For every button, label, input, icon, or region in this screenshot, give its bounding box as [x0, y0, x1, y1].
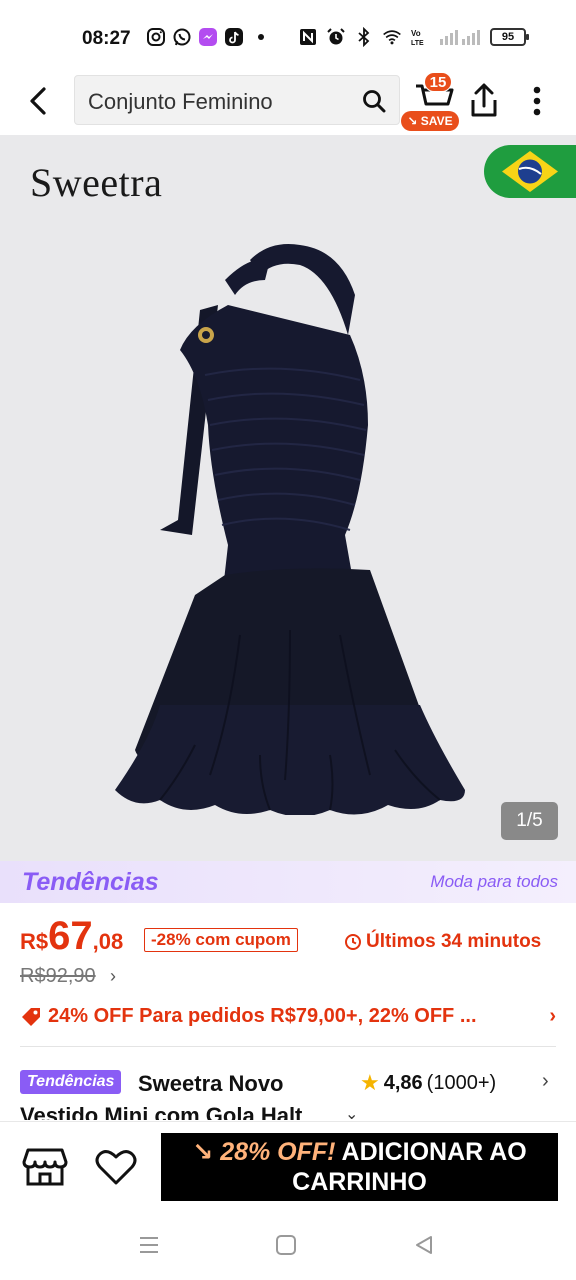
current-price: R$ 67 ,08 — [20, 916, 123, 960]
trends-tagline: Moda para todos — [430, 872, 558, 891]
product-dress-image — [115, 244, 465, 815]
more-notifications-dot — [258, 34, 264, 40]
original-price[interactable]: R$92,90 — [20, 965, 96, 988]
nav-back-icon[interactable] — [413, 1234, 435, 1256]
product-title: Sweetra Novo Vestido Mini com Gola Halt — [20, 1071, 303, 1120]
alarm-icon — [327, 28, 345, 45]
rating-score: 4,86 — [383, 1071, 423, 1094]
price-currency: R$ — [20, 929, 49, 954]
countdown-timer: Últimos 34 minutos — [344, 931, 541, 953]
more-options-icon[interactable] — [522, 82, 552, 120]
coupon-badge[interactable]: -28% com cupom — [144, 928, 298, 952]
timer-text: Últimos 34 minutos — [366, 931, 542, 952]
signal-icon — [440, 30, 480, 45]
brazil-flag-icon[interactable] — [484, 145, 576, 198]
add-to-cart-text-1: ADICIONAR AO — [341, 1138, 527, 1166]
product-image-gallery[interactable]: Sweetra 1/5 — [0, 135, 576, 861]
price-decimal: ,08 — [92, 929, 124, 954]
add-to-cart-line1: ↘ 28% OFF! ADICIONAR AO — [161, 1137, 558, 1167]
review-count: (1000+) — [426, 1071, 497, 1094]
price-integer: 67 — [48, 914, 93, 958]
svg-text:LTE: LTE — [411, 40, 424, 47]
add-to-cart-discount: ↘ 28% OFF! — [192, 1138, 336, 1166]
instagram-icon — [147, 28, 165, 46]
volte-icon: Vo LTE — [411, 29, 424, 47]
messenger-icon — [199, 28, 217, 46]
search-input[interactable]: Conjunto Feminino — [74, 75, 400, 125]
status-bar: 08:27 Vo LTE 95 — [0, 0, 576, 72]
bluetooth-icon — [358, 27, 370, 47]
tiktok-icon — [225, 28, 243, 46]
divider — [20, 1046, 556, 1047]
top-bar: Conjunto Feminino 15 ↘ SAVE — [0, 72, 576, 134]
chevron-right-icon[interactable]: › — [542, 1070, 549, 1093]
add-to-cart-text-2: CARRINHO — [292, 1168, 427, 1196]
notification-icons — [146, 27, 264, 47]
add-to-cart-discount-text: 28% OFF! — [220, 1138, 336, 1166]
heart-icon[interactable] — [94, 1146, 138, 1188]
svg-text:Vo: Vo — [411, 29, 421, 38]
flag-graphic — [502, 151, 558, 192]
nfc-icon — [300, 29, 316, 45]
image-counter: 1/5 — [501, 802, 558, 840]
back-arrow-icon[interactable] — [20, 82, 58, 120]
search-query-text: Conjunto Feminino — [88, 89, 273, 114]
bottom-action-bar: ↘ 28% OFF! ADICIONAR AO CARRINHO — [0, 1121, 576, 1211]
recent-apps-icon[interactable] — [138, 1234, 160, 1256]
cart-count-badge: 15 — [424, 72, 452, 92]
save-badge-label: SAVE — [420, 114, 453, 128]
trends-banner[interactable]: Tendências Moda para todos — [0, 861, 576, 903]
share-icon[interactable] — [466, 80, 502, 120]
search-icon[interactable] — [361, 88, 387, 114]
system-nav-bar — [0, 1212, 576, 1280]
wifi-icon — [383, 30, 401, 45]
add-to-cart-button[interactable]: ↘ 28% OFF! ADICIONAR AO CARRINHO — [161, 1133, 558, 1201]
tag-icon — [22, 1008, 40, 1026]
whatsapp-icon — [173, 28, 191, 46]
system-icons: Vo LTE 95 — [298, 27, 529, 47]
trends-logo: Tendências — [22, 868, 159, 896]
brand-logo: Sweetra — [30, 160, 163, 205]
chevron-right-icon[interactable]: › — [549, 1005, 556, 1028]
chevron-right-icon[interactable]: › — [110, 966, 116, 987]
status-time: 08:27 — [82, 28, 131, 49]
store-icon[interactable] — [22, 1146, 68, 1188]
product-rating[interactable]: ★ 4,86 (1000+) — [360, 1070, 496, 1096]
promo-text: 24% OFF Para pedidos R$79,00+, 22% OFF .… — [48, 1005, 477, 1027]
save-badge: ↘ SAVE — [401, 111, 459, 131]
clock-icon — [345, 934, 361, 950]
promo-row[interactable]: 24% OFF Para pedidos R$79,00+, 22% OFF .… — [20, 1003, 556, 1031]
star-icon: ★ — [360, 1070, 380, 1095]
home-icon[interactable] — [276, 1235, 296, 1255]
battery-indicator: 95 — [490, 28, 529, 46]
